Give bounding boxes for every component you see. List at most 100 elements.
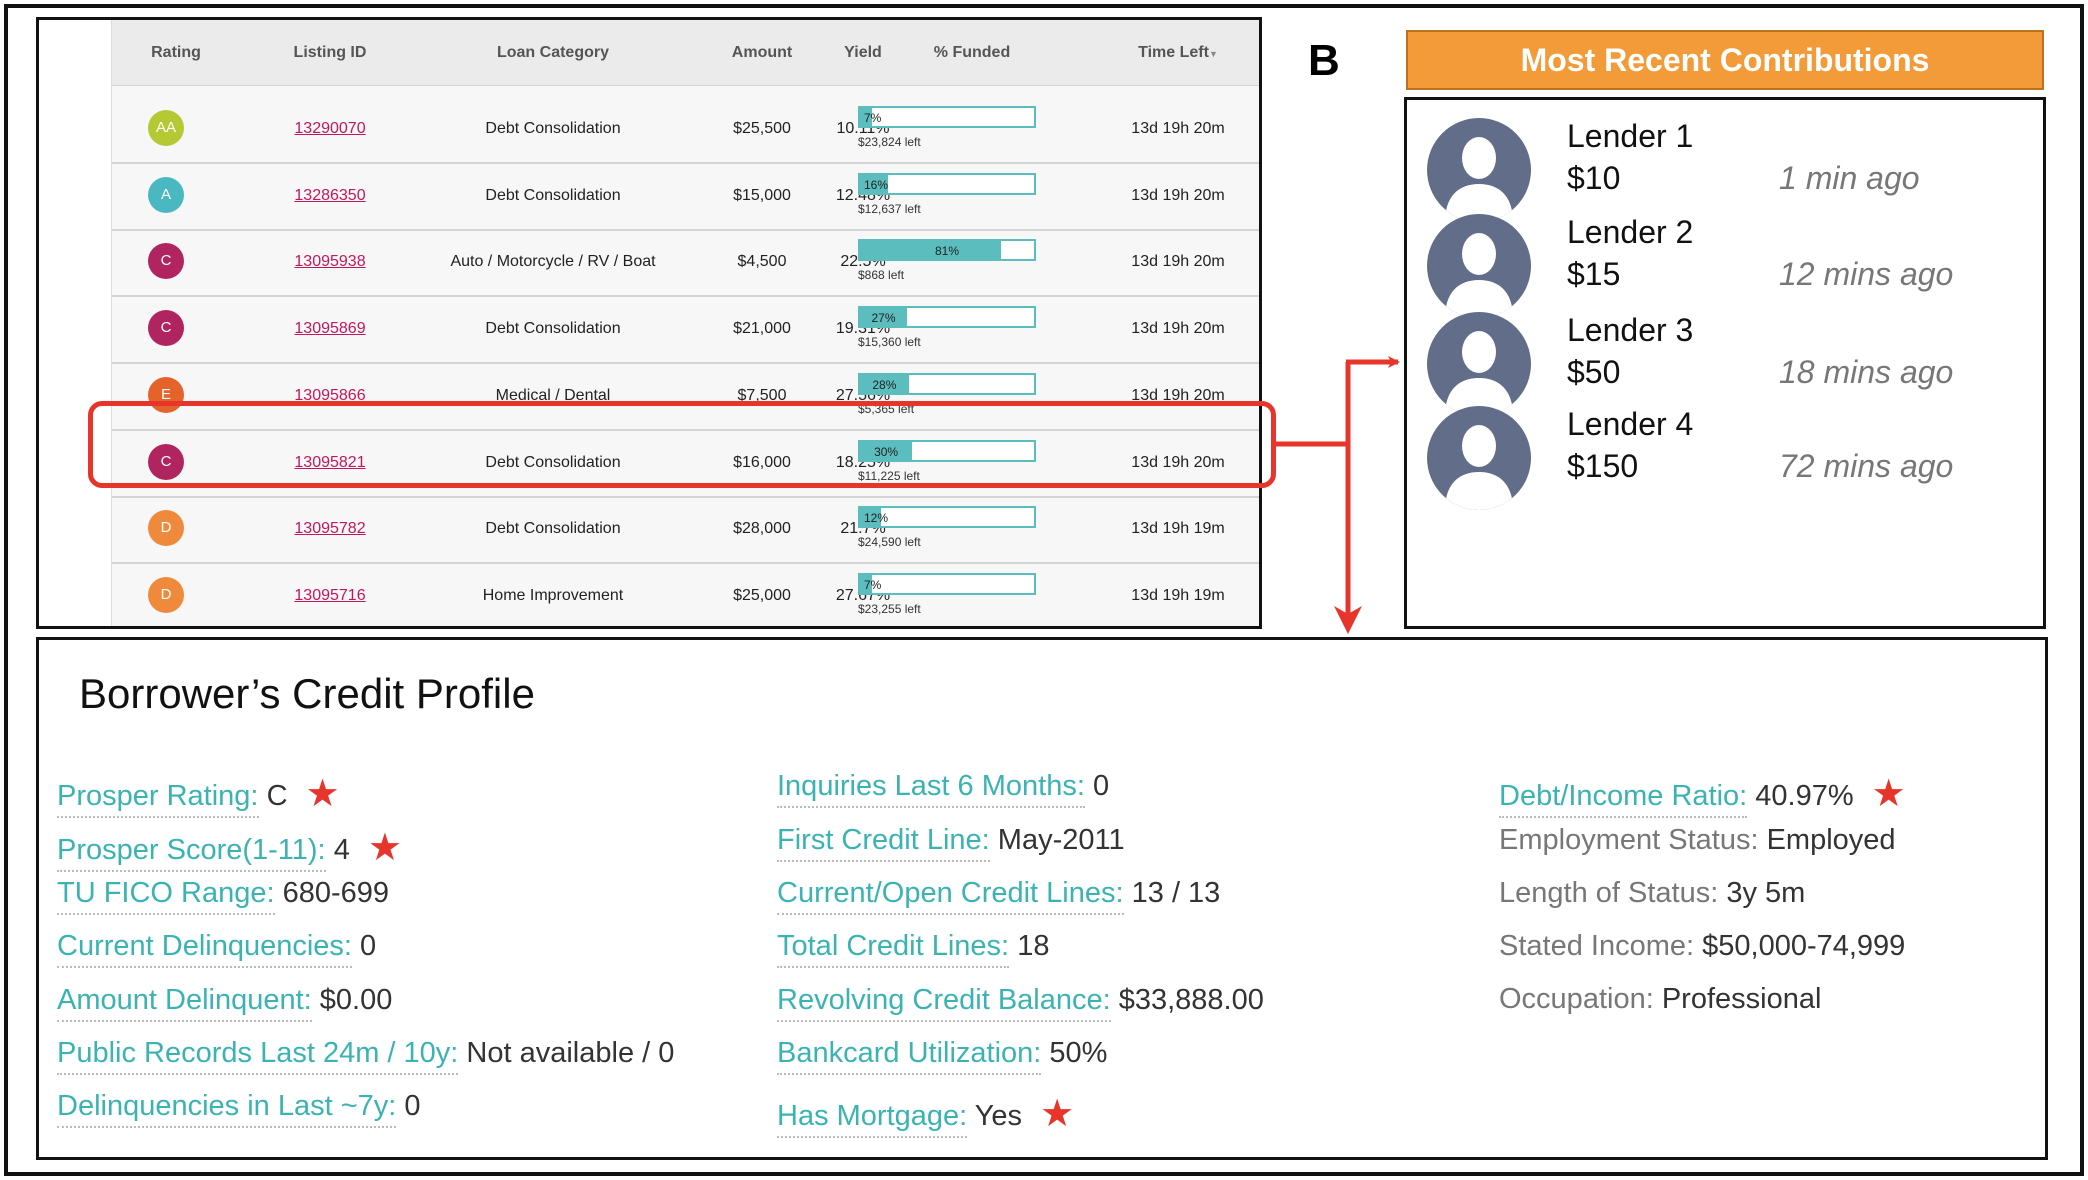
table-row[interactable]: AA 13290070 Debt Consolidation $25,500 10.11… <box>112 98 1259 164</box>
time-left: 13d 19h 19m <box>1131 520 1225 538</box>
funded-remaining: $23,255 left <box>858 601 921 616</box>
listing-id-link[interactable]: 13095716 <box>260 587 400 605</box>
credit-field-label[interactable]: TU FICO Range: <box>57 877 275 915</box>
funded-percent: 16% <box>864 177 889 192</box>
loan-category: Debt Consolidation <box>485 186 621 204</box>
credit-field-label[interactable]: Revolving Credit Balance: <box>777 984 1111 1022</box>
credit-field-label[interactable]: Current/Open Credit Lines: <box>777 877 1124 915</box>
column-header-funded[interactable]: % Funded <box>882 44 1062 62</box>
credit-field-value: 4 <box>333 834 350 866</box>
avatar <box>1427 312 1531 416</box>
avatar <box>1427 214 1531 318</box>
loan-category: Debt Consolidation <box>485 120 621 137</box>
credit-profile-panel: Borrower’s Credit Profile Prosper Rating… <box>36 637 2048 1160</box>
credit-field-label[interactable]: Public Records Last 24m / 10y: <box>57 1037 459 1075</box>
funded-percent: 7% <box>864 577 882 592</box>
table-row[interactable]: C 13095869 Debt Consolidation $21,000 19.31%… <box>112 298 1259 365</box>
funded-remaining: $12,637 left <box>858 201 921 216</box>
credit-field-value: $33,888.00 <box>1118 984 1264 1016</box>
funded-remaining: $23,824 left <box>858 135 921 149</box>
credit-field: Has Mortgage: Yes ★ <box>777 1090 1075 1138</box>
listing-id-link[interactable]: 13290070 <box>260 120 400 138</box>
credit-field: Length of Status: 3y 5m <box>1499 877 1805 910</box>
loan-amount: $21,000 <box>733 320 791 338</box>
loan-category: Debt Consolidation <box>485 520 621 538</box>
loan-category: Auto / Motorcycle / RV / Boat <box>450 253 656 271</box>
column-header-loan-category[interactable]: Loan Category <box>428 44 678 62</box>
lender-amount: $10 <box>1567 160 1621 196</box>
listings-panel: Rating Listing ID Loan Category Amount Y… <box>36 17 1262 629</box>
credit-field: Revolving Credit Balance: $33,888.00 <box>777 984 1264 1022</box>
credit-field: Delinquencies in Last ~7y: 0 <box>57 1090 421 1128</box>
credit-field-label[interactable]: Amount Delinquent: <box>57 984 312 1022</box>
credit-field: Amount Delinquent: $0.00 <box>57 984 392 1022</box>
credit-field-label[interactable]: Prosper Score(1-11): <box>57 834 326 872</box>
loan-amount: $28,000 <box>733 520 791 538</box>
lender-name: Lender 2 <box>1567 214 1694 250</box>
user-silhouette-icon <box>1445 137 1513 222</box>
credit-field-label[interactable]: First Credit Line: <box>777 824 990 862</box>
time-left: 13d 19h 20m <box>1131 253 1225 271</box>
funded-percent: 27% <box>871 311 896 326</box>
table-row[interactable]: D 13095782 Debt Consolidation $28,000 21.7% 1… <box>112 498 1259 565</box>
listing-id-link[interactable]: 13286350 <box>260 187 400 205</box>
credit-field-label: Stated Income: <box>1499 930 1695 962</box>
credit-field-value: 40.97% <box>1755 780 1854 812</box>
lender-amount: $150 <box>1567 448 1639 484</box>
credit-field: Prosper Score(1-11): 4 ★ <box>57 824 402 872</box>
listing-id-link[interactable]: 13095782 <box>260 520 400 538</box>
time-left: 13d 19h 20m <box>1131 320 1225 338</box>
star-icon: ★ <box>1871 773 1906 815</box>
lender-name: Lender 3 <box>1567 312 1694 348</box>
credit-field: Prosper Rating: C ★ <box>57 770 340 818</box>
lender-amount: $15 <box>1567 256 1621 292</box>
credit-field-label[interactable]: Total Credit Lines: <box>777 930 1010 968</box>
funded-percent: 28% <box>872 377 897 392</box>
lender-item: Lender 4 $150 72 mins ago <box>1407 406 2043 516</box>
lender-time: 72 mins ago <box>1779 448 1954 484</box>
avatar <box>1427 118 1531 222</box>
funded-progress: 7% $23,255 left <box>858 572 1038 616</box>
credit-field-label[interactable]: Has Mortgage: <box>777 1100 968 1138</box>
lender-amount: $50 <box>1567 354 1621 390</box>
credit-field: Current Delinquencies: 0 <box>57 930 377 968</box>
credit-field-label[interactable]: Current Delinquencies: <box>57 930 352 968</box>
credit-field-value: 0 <box>1092 770 1110 802</box>
credit-field: TU FICO Range: 680-699 <box>57 877 389 915</box>
credit-field-label[interactable]: Bankcard Utilization: <box>777 1037 1042 1075</box>
credit-field: Employment Status: Employed <box>1499 824 1896 857</box>
rating-badge: C <box>148 243 184 280</box>
credit-field-value: Employed <box>1766 824 1896 856</box>
user-silhouette-icon <box>1445 331 1513 416</box>
credit-field-label[interactable]: Prosper Rating: <box>57 780 259 818</box>
funded-percent: 81% <box>934 244 960 259</box>
rating-badge: A <box>148 176 184 213</box>
credit-field-label[interactable]: Debt/Income Ratio: <box>1499 780 1748 818</box>
funded-remaining: $24,590 left <box>858 535 921 550</box>
lender-time: 1 min ago <box>1779 160 1920 196</box>
table-row[interactable]: C 13095938 Auto / Motorcycle / RV / Boat $4… <box>112 231 1259 298</box>
funded-remaining: $868 left <box>858 268 905 283</box>
credit-field: First Credit Line: May-2011 <box>777 824 1125 862</box>
credit-field-label[interactable]: Delinquencies in Last ~7y: <box>57 1090 397 1128</box>
listing-id-link[interactable]: 13095869 <box>260 320 400 338</box>
credit-field-value: 0 <box>360 930 377 962</box>
table-row[interactable]: D 13095716 Home Improvement $25,000 27.67% 7%… <box>112 564 1259 626</box>
star-icon: ★ <box>1040 1093 1075 1135</box>
credit-field-value: C <box>266 780 288 812</box>
column-header-listing-id[interactable]: Listing ID <box>260 44 400 62</box>
credit-field-label[interactable]: Inquiries Last 6 Months: <box>777 770 1085 808</box>
table-row[interactable]: A 13286350 Debt Consolidation $15,000 12.48%… <box>112 164 1259 231</box>
time-left: 13d 19h 20m <box>1131 120 1225 137</box>
listing-id-link[interactable]: 13095938 <box>260 253 400 271</box>
funded-progress: 16% $12,637 left <box>858 172 1038 216</box>
credit-field-value: 13 / 13 <box>1131 877 1221 909</box>
page-title: Borrower’s Credit Profile <box>79 670 535 717</box>
credit-field-value: $50,000-74,999 <box>1702 930 1906 962</box>
column-header-time-left[interactable]: Time Left▼ <box>1118 44 1238 62</box>
column-header-rating[interactable]: Rating <box>132 44 220 62</box>
credit-field-value: 0 <box>404 1090 421 1122</box>
column-header-amount[interactable]: Amount <box>712 44 812 62</box>
loan-category: Home Improvement <box>482 586 624 604</box>
funded-percent: 7% <box>864 111 882 125</box>
